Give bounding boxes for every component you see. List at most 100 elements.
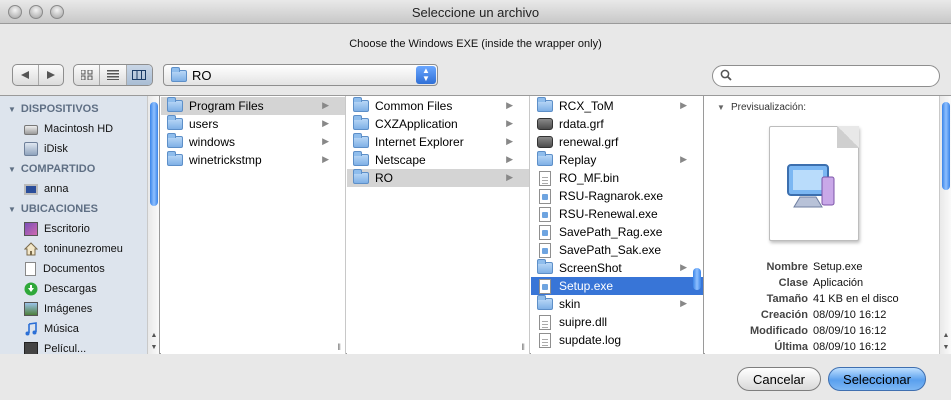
info-value: 41 KB en el disco	[813, 293, 899, 305]
sidebar-item-label: Documentos	[43, 263, 105, 275]
sidebar-section-shared[interactable]: ▼ COMPARTIDO	[0, 159, 159, 179]
folder-icon	[537, 259, 553, 274]
list-item[interactable]: RCX_ToM ▶	[531, 97, 703, 115]
preview-pane: ▼ Previsualización: Nombre Setup.exe Clas…	[705, 96, 951, 354]
list-view-button[interactable]	[100, 65, 127, 85]
sidebar-item-label: Películ...	[44, 343, 87, 354]
scroll-down-arrow-icon[interactable]: ▼	[940, 342, 951, 354]
info-key: Última	[774, 341, 808, 353]
list-item[interactable]: Common Files ▶	[347, 97, 529, 115]
list-item[interactable]: windows ▶	[161, 133, 345, 151]
sidebar-scrollbar[interactable]: ▲ ▼	[147, 96, 159, 354]
executable-icon	[539, 188, 551, 204]
scroll-up-arrow-icon[interactable]: ▲	[940, 330, 951, 342]
folder-icon	[537, 151, 553, 166]
sidebar-section-places[interactable]: ▼ UBICACIONES	[0, 199, 159, 219]
folder-icon	[353, 115, 369, 130]
column-view-button[interactable]	[126, 65, 152, 85]
sidebar-item-documentos[interactable]: Documentos	[0, 259, 159, 279]
scroll-down-arrow-icon[interactable]: ▼	[148, 342, 159, 354]
list-item[interactable]: Internet Explorer ▶	[347, 133, 529, 151]
list-item[interactable]: users ▶	[161, 115, 345, 133]
list-item[interactable]: skin ▶	[531, 295, 703, 313]
search-field[interactable]	[712, 65, 940, 87]
chevron-right-icon: ▶	[680, 100, 687, 110]
sidebar-item-imagenes[interactable]: Imágenes	[0, 299, 159, 319]
list-item[interactable]: RSU-Renewal.exe	[531, 205, 703, 223]
location-popup[interactable]: RO ▲ ▼	[163, 64, 438, 86]
forward-button[interactable]	[39, 65, 64, 85]
item-label: skin	[559, 297, 581, 311]
sidebar-item-descargas[interactable]: Descargas	[0, 279, 159, 299]
search-input[interactable]	[735, 68, 931, 84]
cancel-button[interactable]: Cancelar	[737, 367, 821, 391]
list-item[interactable]: ScreenShot ▶	[531, 259, 703, 277]
preview-scrollbar[interactable]: ▲ ▼	[939, 96, 951, 354]
list-item[interactable]: Program Files ▶	[161, 97, 345, 115]
item-label: suipre.dll	[559, 315, 608, 329]
browser-column-3: RCX_ToM ▶ rdata.grf renewal.grf Replay ▶ R…	[531, 96, 704, 354]
list-item[interactable]: Replay ▶	[531, 151, 703, 169]
list-item[interactable]: RO_MF.bin	[531, 169, 703, 187]
select-button[interactable]: Seleccionar	[828, 367, 926, 391]
chevron-right-icon: ▶	[680, 154, 687, 164]
executable-icon	[539, 278, 551, 294]
list-item[interactable]: CXZApplication ▶	[347, 115, 529, 133]
view-mode-selector	[73, 64, 153, 86]
info-value: 08/09/10 16:12	[813, 309, 887, 321]
chevron-right-icon: ▶	[322, 118, 329, 128]
popup-arrows-icon: ▲ ▼	[416, 66, 436, 84]
list-item[interactable]: rdata.grf	[531, 115, 703, 133]
chevron-right-icon: ▶	[680, 298, 687, 308]
section-title: DISPOSITIVOS	[20, 103, 99, 115]
sidebar: ▼ DISPOSITIVOS Macintosh HD iDisk ▼ COMPAR…	[0, 96, 160, 354]
column-resize-handle[interactable]: ‖	[337, 342, 341, 352]
list-item[interactable]: supdate.log	[531, 331, 703, 349]
info-key: Creación	[760, 309, 808, 321]
list-item[interactable]: SavePath_Rag.exe	[531, 223, 703, 241]
preview-scroll-thumb[interactable]	[942, 102, 950, 190]
sidebar-item-home[interactable]: toninunezromeu	[0, 239, 159, 259]
folder-icon	[353, 97, 369, 112]
column-scroll-thumb[interactable]	[693, 268, 701, 290]
item-label: winetrickstmp	[189, 153, 262, 167]
list-item[interactable]: SavePath_Sak.exe	[531, 241, 703, 259]
list-item[interactable]: suipre.dll	[531, 313, 703, 331]
desktop-icon	[24, 222, 38, 236]
list-item[interactable]: Setup.exe	[531, 277, 703, 295]
item-label: windows	[189, 135, 236, 149]
column-scrollbar[interactable]	[691, 96, 703, 354]
document-icon	[539, 314, 551, 330]
icon-view-button[interactable]	[74, 65, 101, 85]
list-item[interactable]: RO ▶	[347, 169, 529, 187]
folder-icon	[167, 151, 183, 166]
navigation-buttons	[12, 64, 64, 86]
section-title: UBICACIONES	[20, 203, 98, 215]
sidebar-item-escritorio[interactable]: Escritorio	[0, 219, 159, 239]
scroll-up-arrow-icon[interactable]: ▲	[148, 330, 159, 342]
movies-icon	[24, 342, 38, 354]
list-item[interactable]: renewal.grf	[531, 133, 703, 151]
preview-header: Previsualización:	[731, 102, 807, 113]
list-item[interactable]: Netscape ▶	[347, 151, 529, 169]
column-resize-handle[interactable]: ‖	[521, 342, 525, 352]
sidebar-item-anna[interactable]: anna	[0, 179, 159, 199]
item-label: Setup.exe	[559, 279, 614, 293]
sidebar-item-macintosh-hd[interactable]: Macintosh HD	[0, 119, 159, 139]
sidebar-item-idisk[interactable]: iDisk	[0, 139, 159, 159]
dialog-message: Choose the Windows EXE (inside the wrapp…	[349, 38, 602, 50]
sidebar-item-peliculas[interactable]: Películ...	[0, 339, 159, 354]
back-arrow-icon	[21, 71, 30, 79]
list-item[interactable]: winetrickstmp ▶	[161, 151, 345, 169]
sidebar-scroll-thumb[interactable]	[150, 102, 158, 206]
sidebar-section-devices[interactable]: ▼ DISPOSITIVOS	[0, 99, 159, 119]
executable-icon	[539, 206, 551, 222]
item-label: Internet Explorer	[375, 135, 464, 149]
list-item[interactable]: RSU-Ragnarok.exe	[531, 187, 703, 205]
info-value: Setup.exe	[813, 261, 863, 273]
item-label: ScreenShot	[559, 261, 622, 275]
back-button[interactable]	[13, 65, 39, 85]
sidebar-item-musica[interactable]: Música	[0, 319, 159, 339]
setup-computer-icon	[769, 126, 859, 241]
browser-column-1: Program Files ▶ users ▶ windows ▶ winetrick…	[161, 96, 346, 354]
